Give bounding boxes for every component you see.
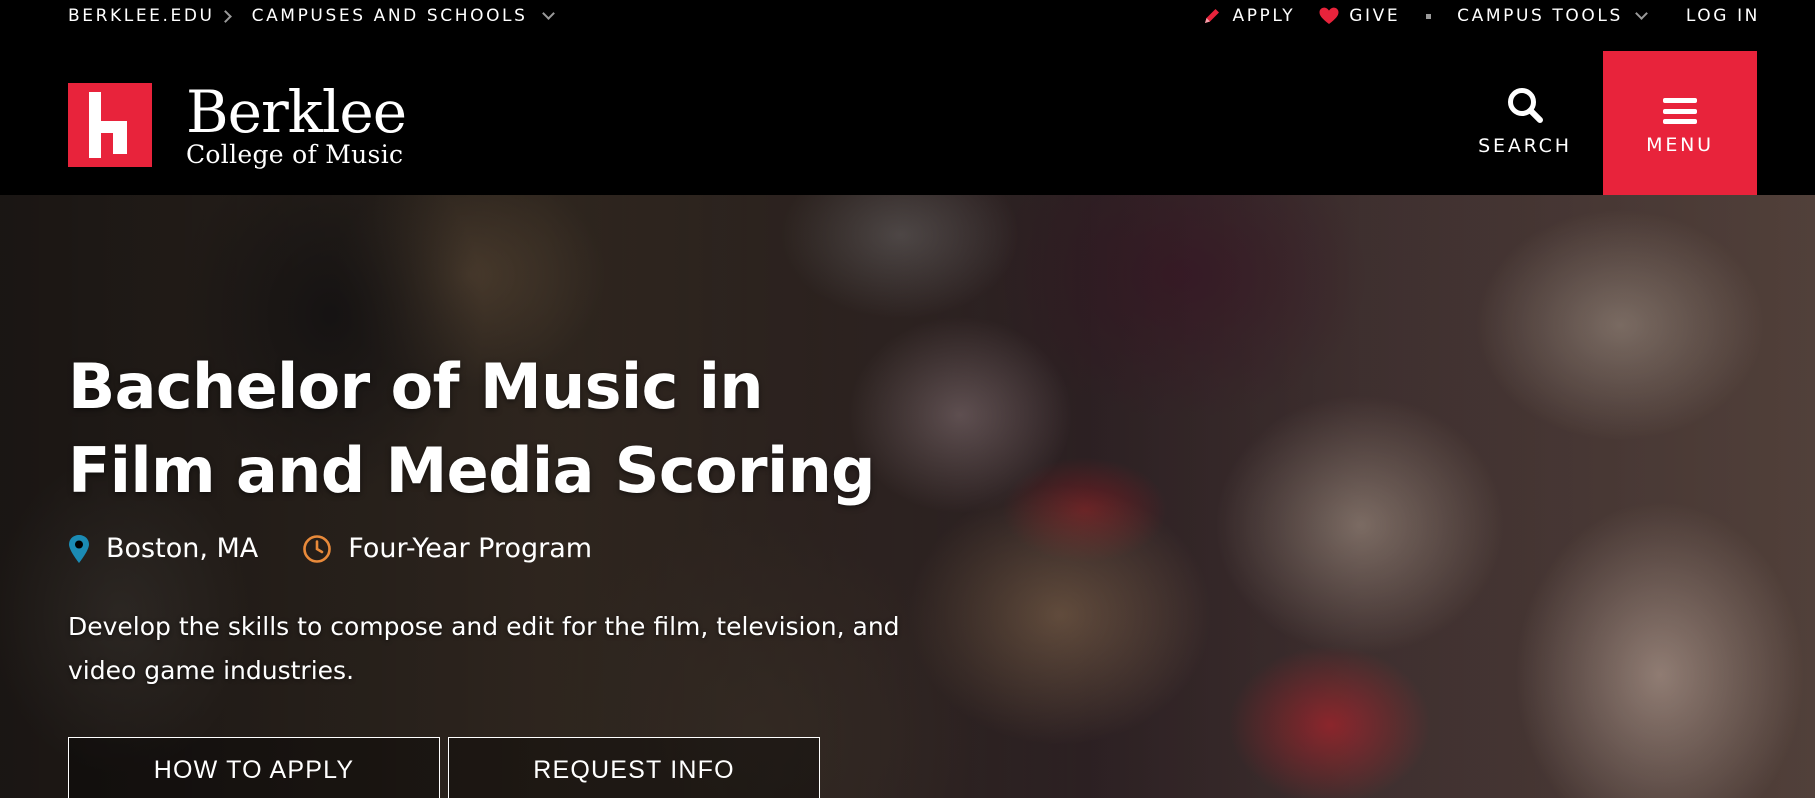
program-length-item: Four-Year Program	[302, 533, 592, 564]
separator-dot	[1426, 13, 1432, 19]
campuses-schools-dropdown[interactable]: CAMPUSES AND SCHOOLS	[251, 6, 555, 26]
logo-subtitle: College of Music	[186, 140, 404, 169]
berklee-b-icon	[89, 92, 127, 158]
site-header: Berklee College of Music SEARCH MENU	[0, 32, 1815, 195]
give-link[interactable]: GIVE	[1319, 6, 1400, 26]
utility-bar: BERKLEE.EDU CAMPUSES AND SCHOOLS APPLY G…	[0, 0, 1815, 32]
campus-tools-label: CAMPUS TOOLS	[1457, 6, 1623, 26]
utility-right: APPLY GIVE CAMPUS TOOLS LOG IN	[1202, 6, 1760, 26]
hero-banner: Bachelor of Music in Film and Media Scor…	[0, 195, 1815, 798]
pencil-icon	[1205, 9, 1220, 23]
logo-title: Berklee	[186, 78, 407, 146]
chevron-down-icon	[1634, 6, 1648, 20]
clock-icon	[303, 534, 332, 563]
page-title: Bachelor of Music in Film and Media Scor…	[68, 350, 876, 507]
search-label: SEARCH	[1478, 135, 1572, 157]
request-info-button[interactable]: REQUEST INFO	[448, 737, 820, 798]
program-meta: Boston, MA Four-Year Program	[68, 533, 592, 564]
menu-label: MENU	[1646, 134, 1714, 156]
berklee-logo[interactable]: Berklee College of Music	[68, 78, 407, 169]
hamburger-icon	[1663, 98, 1697, 124]
logo-wordmark: Berklee College of Music	[186, 78, 407, 169]
login-link[interactable]: LOG IN	[1686, 6, 1760, 26]
utility-left: BERKLEE.EDU CAMPUSES AND SCHOOLS	[68, 6, 555, 26]
apply-link[interactable]: APPLY	[1202, 6, 1295, 26]
location-pin-icon	[69, 534, 89, 563]
menu-button[interactable]: MENU	[1603, 51, 1757, 195]
give-label: GIVE	[1349, 6, 1401, 26]
campus-tools-dropdown[interactable]: CAMPUS TOOLS	[1457, 6, 1648, 26]
chevron-down-icon	[541, 6, 555, 20]
search-icon	[1508, 88, 1543, 123]
cta-row: HOW TO APPLY REQUEST INFO	[68, 737, 820, 798]
program-length-text: Four-Year Program	[348, 533, 593, 564]
berklee-logo-mark	[68, 83, 152, 167]
apply-label: APPLY	[1232, 6, 1296, 26]
location-item: Boston, MA	[68, 533, 258, 564]
program-description: Develop the skills to compose and edit f…	[68, 612, 900, 685]
berklee-edu-link[interactable]: BERKLEE.EDU	[68, 6, 215, 26]
campuses-schools-label: CAMPUSES AND SCHOOLS	[251, 6, 528, 26]
search-button[interactable]: SEARCH	[1475, 85, 1575, 165]
heart-icon	[1319, 7, 1339, 24]
how-to-apply-button[interactable]: HOW TO APPLY	[68, 737, 440, 798]
location-text: Boston, MA	[106, 533, 259, 564]
chevron-right-icon	[218, 9, 232, 23]
